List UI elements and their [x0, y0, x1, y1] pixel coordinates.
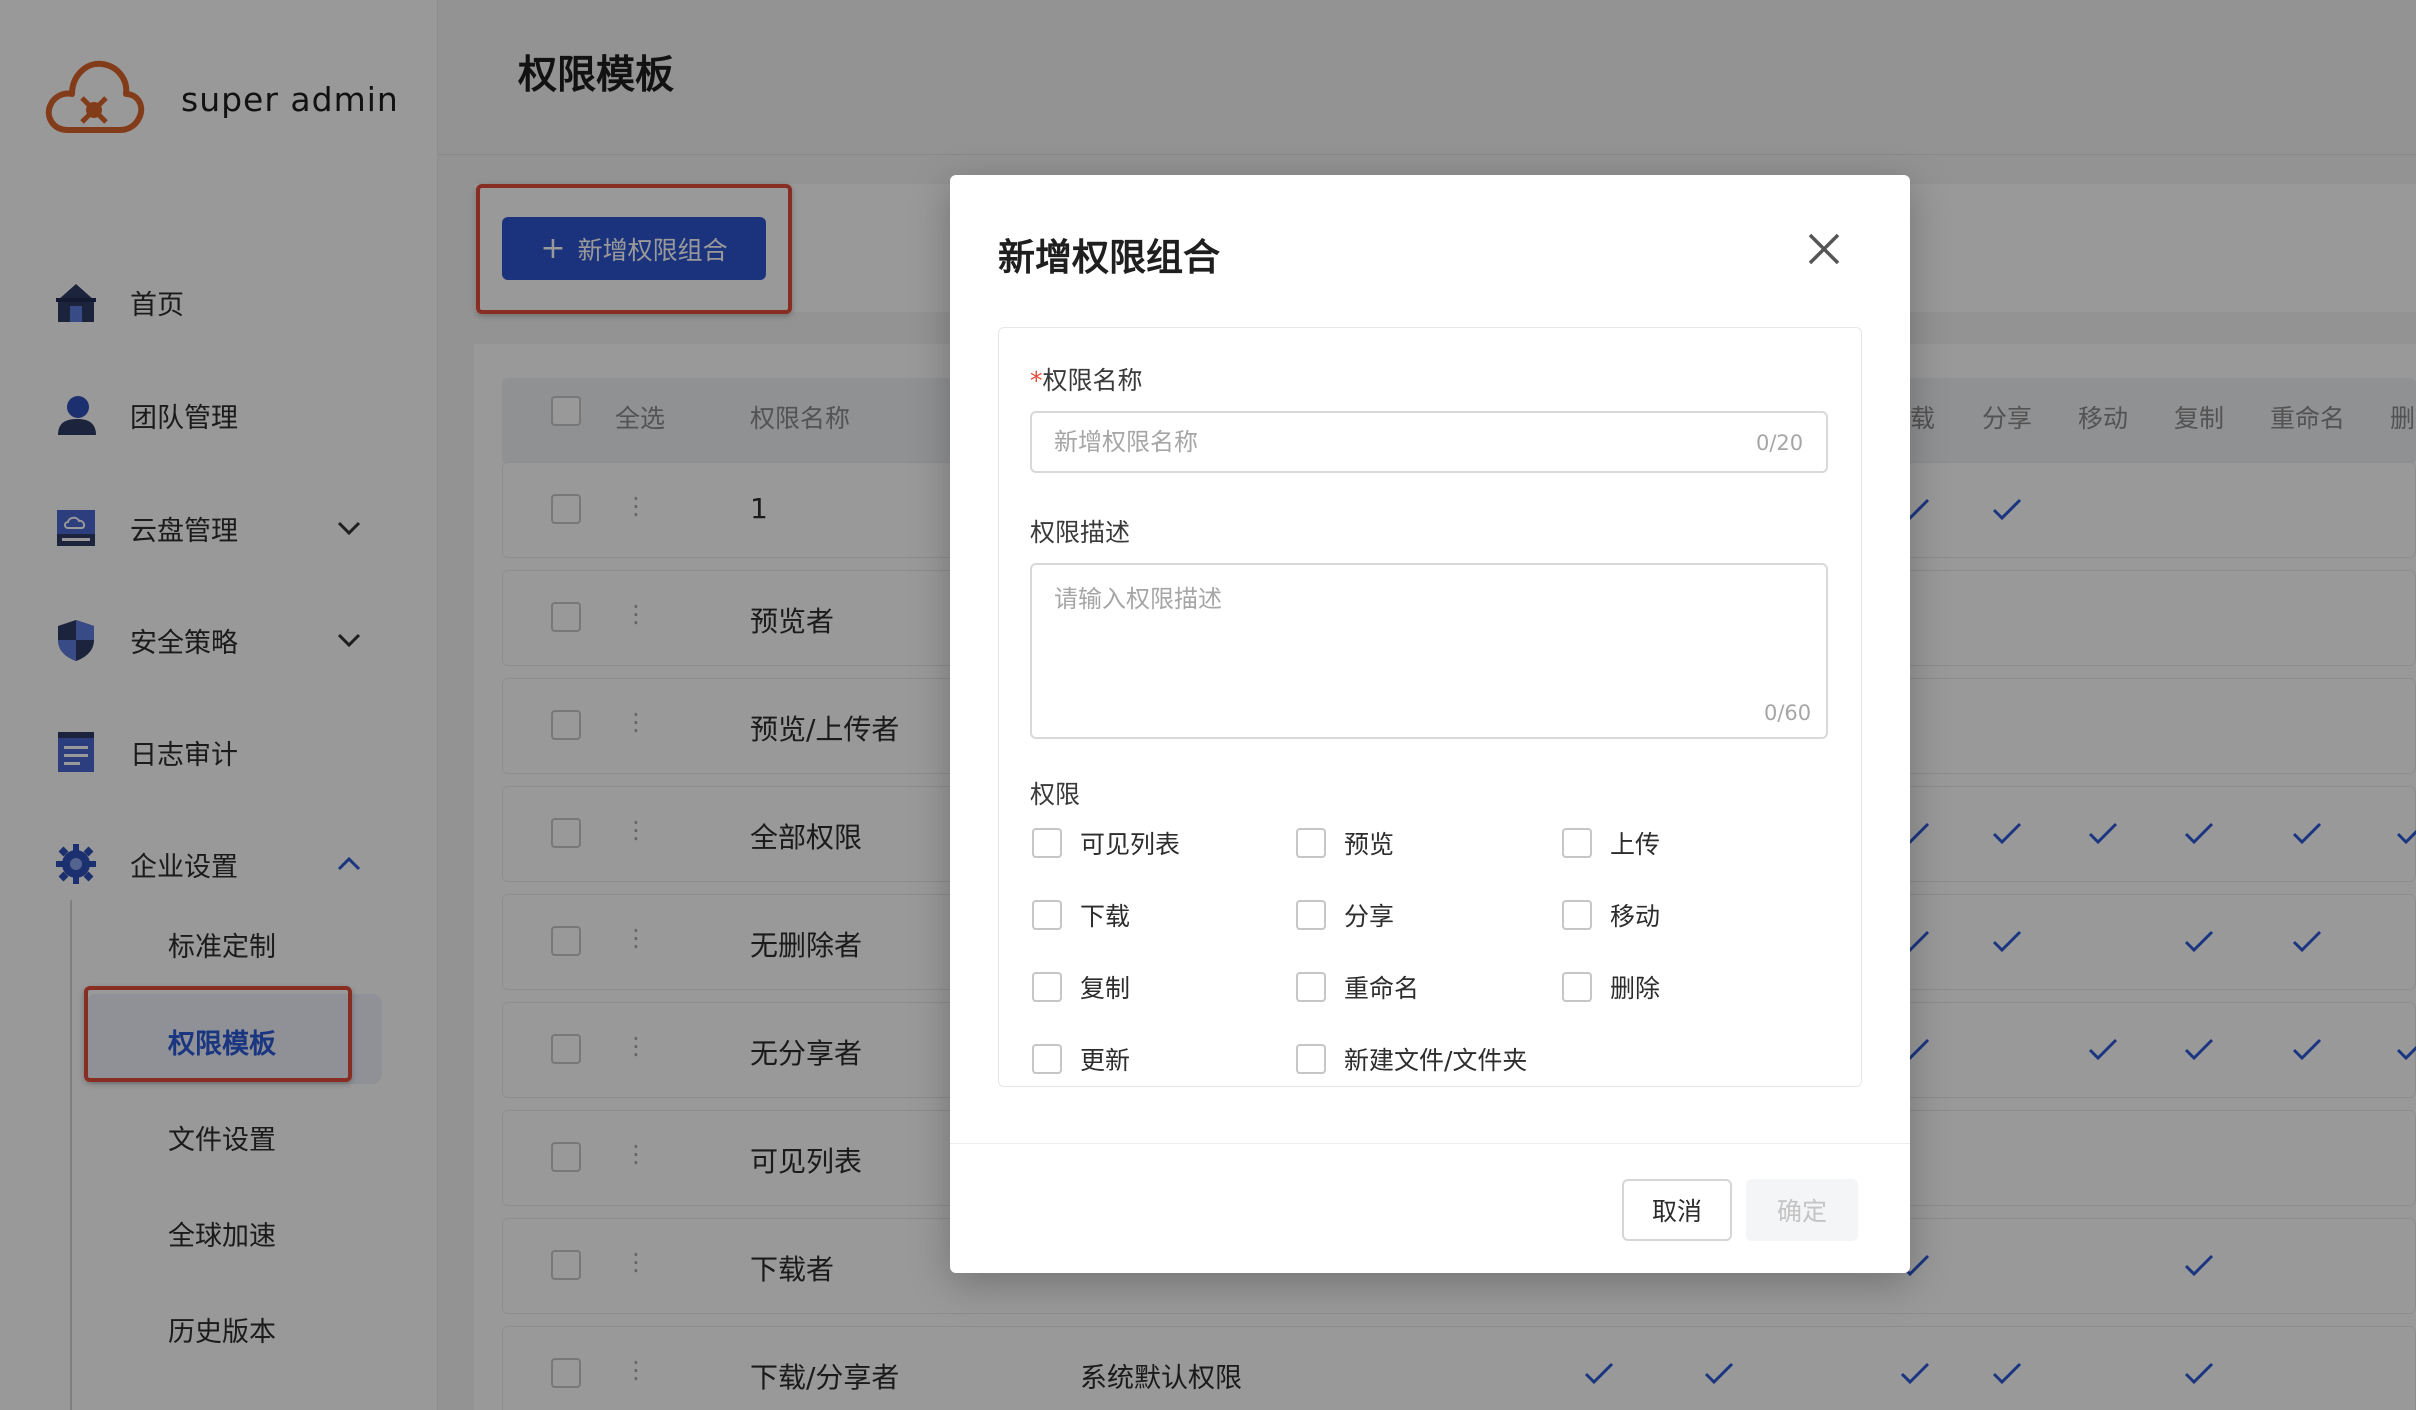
checkbox[interactable]: [1032, 828, 1062, 858]
perm-checkbox-new-file-folder[interactable]: 新建文件/文件夹: [1296, 1039, 1527, 1079]
perm-label: 预览: [1344, 830, 1395, 859]
checkbox[interactable]: [1562, 972, 1592, 1002]
checkbox[interactable]: [1032, 972, 1062, 1002]
perm-checkbox-download[interactable]: 下载: [1032, 895, 1130, 935]
dialog-title: 新增权限组合: [998, 236, 1220, 279]
close-icon[interactable]: [1804, 229, 1844, 269]
perm-label: 复制: [1080, 974, 1131, 1003]
checkbox[interactable]: [1032, 900, 1062, 930]
perm-checkbox-visible-list[interactable]: 可见列表: [1032, 823, 1180, 863]
perm-label: 分享: [1344, 902, 1395, 931]
perm-checkbox-rename[interactable]: 重命名: [1296, 967, 1419, 1007]
cancel-button[interactable]: 取消: [1622, 1179, 1732, 1241]
perm-label: 下载: [1080, 902, 1131, 931]
confirm-button[interactable]: 确定: [1746, 1179, 1858, 1241]
checkbox[interactable]: [1032, 1044, 1062, 1074]
perm-checkbox-move[interactable]: 移动: [1562, 895, 1660, 935]
permission-field-label: 权限: [1030, 780, 1081, 809]
desc-field-label: 权限描述: [1030, 518, 1131, 547]
name-counter: 0/20: [1756, 431, 1804, 455]
desc-textarea-wrapper[interactable]: 0/60: [1030, 563, 1828, 739]
perm-label: 删除: [1610, 974, 1661, 1003]
permission-description-textarea[interactable]: [1054, 579, 1794, 689]
add-permission-group-dialog: 新增权限组合 *权限名称 0/20 权限描述 0/60 权限 可见列表 预览 上…: [950, 175, 1910, 1273]
name-input-wrapper[interactable]: 0/20: [1030, 411, 1828, 473]
perm-checkbox-preview[interactable]: 预览: [1296, 823, 1394, 863]
perm-label: 上传: [1610, 830, 1661, 859]
checkbox[interactable]: [1296, 1044, 1326, 1074]
perm-label: 重命名: [1344, 974, 1420, 1003]
name-label-text: 权限名称: [1042, 366, 1143, 395]
checkbox[interactable]: [1562, 828, 1592, 858]
perm-checkbox-delete[interactable]: 删除: [1562, 967, 1660, 1007]
required-mark: *: [1030, 366, 1043, 395]
perm-label: 移动: [1610, 902, 1661, 931]
perm-checkbox-share[interactable]: 分享: [1296, 895, 1394, 935]
permission-name-input[interactable]: [1054, 423, 1694, 461]
perm-label: 更新: [1080, 1046, 1131, 1075]
perm-checkbox-copy[interactable]: 复制: [1032, 967, 1130, 1007]
checkbox[interactable]: [1562, 900, 1592, 930]
name-field-label: *权限名称: [1030, 361, 1143, 397]
perm-checkbox-update[interactable]: 更新: [1032, 1039, 1130, 1079]
desc-counter: 0/60: [1764, 701, 1812, 725]
checkbox[interactable]: [1296, 900, 1326, 930]
checkbox[interactable]: [1296, 972, 1326, 1002]
perm-label: 可见列表: [1080, 830, 1181, 859]
perm-label: 新建文件/文件夹: [1344, 1046, 1528, 1075]
checkbox[interactable]: [1296, 828, 1326, 858]
dialog-footer-divider: [950, 1143, 1910, 1144]
perm-checkbox-upload[interactable]: 上传: [1562, 823, 1660, 863]
